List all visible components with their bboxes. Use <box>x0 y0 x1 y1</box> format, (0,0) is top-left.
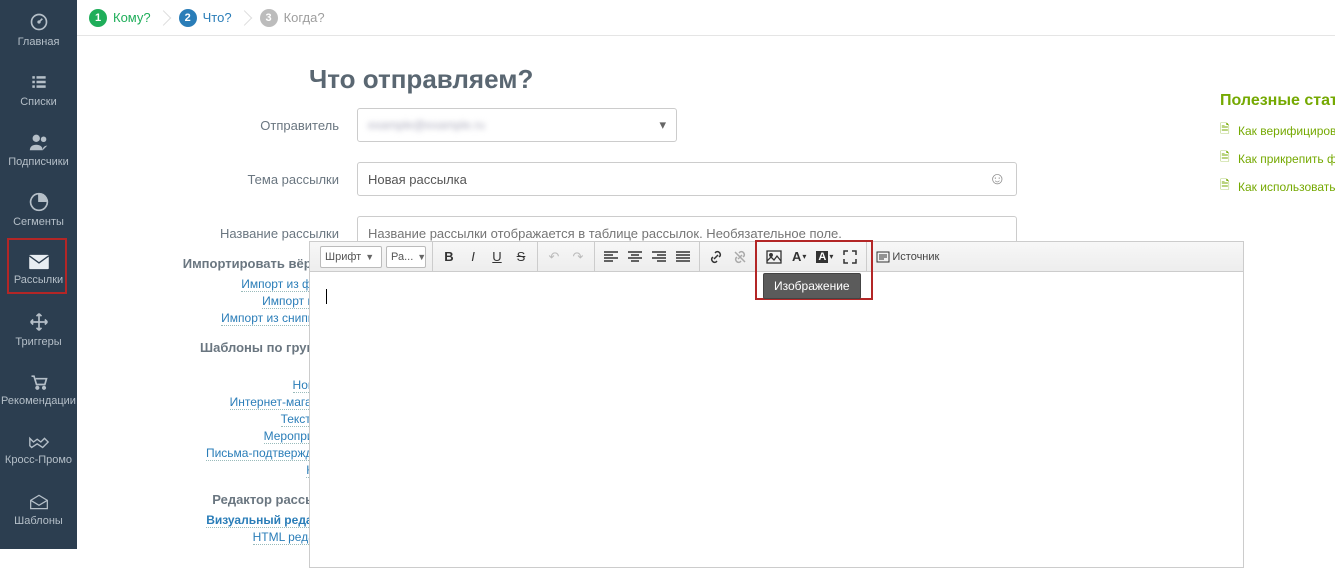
subject-input-wrap: ☺ <box>357 162 1017 196</box>
bold-button[interactable]: B <box>438 246 460 268</box>
nav-label: Списки <box>20 96 57 108</box>
chevron-down-icon: ▾ <box>659 117 666 133</box>
emoji-icon[interactable]: ☺ <box>989 169 1006 189</box>
templates-heading: Шаблоны по группам <box>77 340 339 355</box>
nav-label: Шаблоны <box>14 515 63 527</box>
text-color-button[interactable]: A▾ <box>788 246 810 268</box>
dashboard-icon <box>29 12 49 32</box>
step-number: 1 <box>89 9 107 27</box>
handshake-icon <box>28 434 50 450</box>
text-cursor <box>326 289 327 304</box>
nav-label: Рассылки <box>14 274 63 286</box>
nav-home[interactable]: Главная <box>0 0 77 60</box>
step-number: 3 <box>260 9 278 27</box>
align-justify-button[interactable] <box>672 246 694 268</box>
document-icon: 🗎 <box>1220 120 1234 141</box>
help-title: Полезные статьи: <box>1220 92 1335 110</box>
image-button[interactable] <box>762 246 786 268</box>
redo-button[interactable]: ↷ <box>567 246 589 268</box>
help-link[interactable]: 🗎Как использовать перменные в рассылке? <box>1220 176 1335 197</box>
step-who[interactable]: 1 Кому? <box>89 9 151 27</box>
import-heading: Импортировать вёрстку <box>77 256 339 271</box>
help-link[interactable]: 🗎Как верифицировать домен? <box>1220 120 1335 141</box>
editor-content[interactable] <box>310 272 1243 567</box>
envelope-solid-icon <box>28 254 50 270</box>
nav-templates[interactable]: Шаблоны <box>0 480 77 540</box>
name-label: Название рассылки <box>77 226 357 241</box>
envelope-open-icon <box>29 493 49 511</box>
sender-value: example@example.ru <box>368 118 485 132</box>
help-panel: Полезные статьи: 🗎Как верифицировать дом… <box>1220 92 1335 204</box>
nav-subscribers[interactable]: Подписчики <box>0 120 77 180</box>
unlink-button[interactable] <box>729 246 751 268</box>
step-what[interactable]: 2 Что? <box>179 9 232 27</box>
subject-label: Тема рассылки <box>77 172 357 187</box>
align-left-button[interactable] <box>600 246 622 268</box>
step-when[interactable]: 3 Когда? <box>260 9 325 27</box>
nav-cross-promo[interactable]: Кросс-Промо <box>0 420 77 480</box>
nav-label: Сегменты <box>13 216 64 228</box>
users-icon <box>28 132 50 152</box>
content-area: Что отправляем? Отправитель example@exam… <box>77 36 1335 549</box>
italic-button[interactable]: I <box>462 246 484 268</box>
document-icon: 🗎 <box>1220 148 1234 169</box>
subject-input[interactable] <box>368 172 989 187</box>
nav-segments[interactable]: Сегменты <box>0 180 77 240</box>
nav-label: Рекомендации <box>1 395 76 407</box>
move-icon <box>29 312 49 332</box>
nav-label: Подписчики <box>8 156 69 168</box>
step-label: Когда? <box>284 10 325 25</box>
page-title: Что отправляем? <box>309 64 533 95</box>
font-family-combo[interactable]: Шрифт▼ <box>320 246 382 268</box>
nav-label: Триггеры <box>15 336 61 348</box>
pie-icon <box>29 192 49 212</box>
align-right-button[interactable] <box>648 246 670 268</box>
help-link[interactable]: 🗎Как прикрепить файл к рассылке? <box>1220 148 1335 169</box>
sender-select[interactable]: example@example.ru ▾ <box>357 108 677 142</box>
undo-button[interactable]: ↶ <box>543 246 565 268</box>
nav-lists[interactable]: Списки <box>0 60 77 120</box>
editor-toolbar: Шрифт▼ Ра...▼ B I U S ↶ ↷ <box>310 242 1243 272</box>
source-label: Источник <box>892 251 939 263</box>
cart-icon <box>29 373 49 391</box>
wizard-steps: 1 Кому? 2 Что? 3 Когда? <box>77 0 1335 36</box>
main-sidebar: Главная Списки Подписчики Сегменты Рассы… <box>0 0 77 549</box>
font-size-combo[interactable]: Ра...▼ <box>386 246 426 268</box>
sender-label: Отправитель <box>77 118 357 133</box>
nav-campaigns[interactable]: Рассылки <box>0 240 77 300</box>
nav-recommendations[interactable]: Рекомендации <box>0 360 77 420</box>
maximize-button[interactable] <box>839 246 861 268</box>
step-label: Кому? <box>113 10 151 25</box>
image-tooltip: Изображение <box>763 273 861 299</box>
nav-label: Кросс-Промо <box>5 454 72 466</box>
step-label: Что? <box>203 10 232 25</box>
nav-label: Главная <box>18 36 60 48</box>
name-input[interactable] <box>368 226 1006 241</box>
step-number: 2 <box>179 9 197 27</box>
list-icon <box>29 72 49 92</box>
underline-button[interactable]: U <box>486 246 508 268</box>
link-button[interactable] <box>705 246 727 268</box>
document-icon: 🗎 <box>1220 176 1234 197</box>
source-button[interactable]: Источник <box>872 246 943 268</box>
align-center-button[interactable] <box>624 246 646 268</box>
strike-button[interactable]: S <box>510 246 532 268</box>
bg-color-button[interactable]: A▾ <box>812 246 837 268</box>
nav-triggers[interactable]: Триггеры <box>0 300 77 360</box>
editor-heading: Редактор рассылки <box>77 492 339 507</box>
